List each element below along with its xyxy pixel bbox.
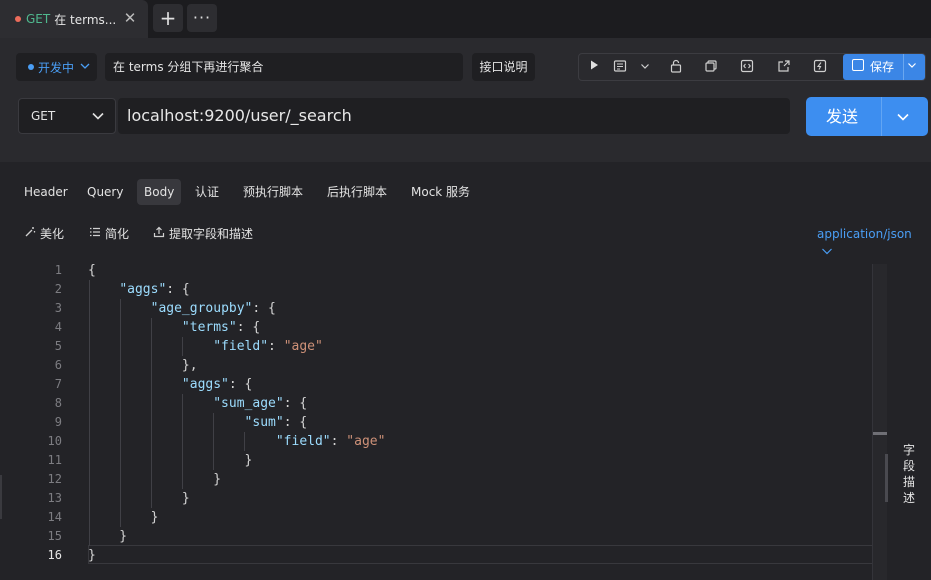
simplify-button[interactable]: 简化	[89, 225, 129, 243]
tab-auth[interactable]: 认证	[188, 179, 226, 205]
url-input[interactable]: localhost:9200/user/_search	[118, 98, 790, 134]
simplify-label: 简化	[105, 227, 130, 241]
code-editor[interactable]: 1 {2 "aggs": { 3 "age_groupby": { 4 "terms"…	[0, 261, 886, 580]
current-line-highlight	[88, 545, 885, 564]
tab-title: 在 terms...	[54, 12, 117, 27]
tab-mock[interactable]: Mock 服务	[404, 179, 477, 205]
api-name-input[interactable]: 在 terms 分组下再进行聚合	[105, 53, 463, 81]
code-line: "aggs": {	[181, 377, 253, 392]
content-type-select[interactable]: application/json	[817, 225, 931, 261]
method-value: GET	[31, 109, 56, 123]
extract-fields-button[interactable]: 提取字段和描述	[153, 225, 253, 243]
new-tab-button[interactable]: +	[153, 4, 183, 32]
request-header-panel: 开发中 在 terms 分组下再进行聚合 接口说明 保存 GET localho…	[0, 38, 931, 162]
env-status-dot	[28, 64, 34, 70]
code-line: }	[88, 510, 159, 525]
line-number: 10	[47, 434, 62, 448]
unsaved-dot	[15, 16, 21, 22]
more-icon[interactable]: ···	[187, 4, 217, 32]
chevron-down-icon	[91, 109, 105, 127]
scroll-thumb[interactable]	[873, 432, 887, 435]
code-line: "sum": {	[244, 415, 308, 430]
api-doc-button[interactable]: 接口说明	[472, 53, 535, 81]
tab-post-script[interactable]: 后执行脚本	[320, 179, 394, 205]
divider	[881, 97, 882, 136]
line-number: 13	[47, 491, 62, 505]
code-line: "age_groupby": {	[150, 301, 276, 316]
code-line: }	[88, 491, 190, 506]
code-line: }	[88, 472, 222, 487]
chevron-down-icon[interactable]	[907, 54, 917, 80]
panel-edge	[0, 475, 2, 519]
code-line: }	[88, 548, 96, 563]
send-button[interactable]: 发送	[806, 97, 928, 136]
env-label: 开发中	[38, 60, 75, 75]
line-number: 6	[54, 358, 62, 372]
side-panel-char: 字	[902, 443, 915, 457]
side-scroll-thumb[interactable]	[885, 454, 888, 502]
line-number: 4	[54, 320, 62, 334]
line-number: 15	[47, 529, 62, 543]
content-type-label: application/json	[817, 227, 912, 241]
code-line: "field": "age"	[275, 434, 386, 449]
view-doc-icon[interactable]	[612, 59, 628, 75]
code-line: "aggs": {	[119, 282, 190, 297]
send-label: 发送	[826, 107, 859, 126]
code-line: {	[88, 263, 96, 278]
upload-icon	[153, 225, 165, 243]
tab-method: GET	[26, 12, 51, 26]
tab-query[interactable]: Query	[80, 179, 130, 205]
side-panel-char: 描	[902, 475, 915, 489]
line-number: 1	[54, 263, 62, 277]
list-icon	[89, 225, 101, 243]
magic-wand-icon	[24, 225, 36, 243]
chevron-down-icon[interactable]	[637, 59, 653, 75]
line-number: 11	[47, 453, 62, 467]
copy-icon[interactable]	[703, 59, 719, 75]
line-number: 14	[47, 510, 62, 524]
tab-body[interactable]: Body	[137, 179, 182, 205]
chevron-down-icon	[80, 60, 90, 74]
line-number: 12	[47, 472, 62, 486]
code-line: }	[88, 453, 253, 468]
line-number: 16	[47, 548, 62, 562]
code-line: "sum_age": {	[213, 396, 308, 411]
lock-icon[interactable]	[668, 59, 684, 75]
code-line: },	[88, 358, 198, 373]
code-line: }	[88, 529, 128, 544]
side-panel-char: 段	[902, 459, 915, 473]
request-body-panel: Header Query Body 认证 预执行脚本 后执行脚本 Mock 服务…	[0, 165, 931, 580]
line-number: 7	[54, 377, 62, 391]
flash-icon[interactable]	[812, 59, 828, 75]
code-line: "terms": {	[181, 320, 261, 335]
line-number: 5	[54, 339, 62, 353]
tab-bar: GET 在 terms... ✕ + ···	[0, 0, 931, 38]
editor-scrollbar[interactable]	[872, 264, 888, 580]
line-number: 9	[54, 415, 62, 429]
line-number: 2	[54, 282, 62, 296]
request-tab[interactable]: GET 在 terms... ✕	[0, 0, 148, 38]
line-number: 8	[54, 396, 62, 410]
save-button[interactable]: 保存	[843, 54, 925, 80]
method-select[interactable]: GET	[18, 98, 116, 134]
side-panel-char: 述	[902, 491, 915, 505]
chevron-down-icon	[817, 245, 833, 259]
save-label: 保存	[870, 60, 895, 74]
beautify-label: 美化	[40, 227, 65, 241]
extract-label: 提取字段和描述	[169, 227, 254, 241]
tab-pre-script[interactable]: 预执行脚本	[236, 179, 310, 205]
beautify-button[interactable]: 美化	[24, 225, 64, 243]
code-icon[interactable]	[739, 59, 755, 75]
chevron-down-icon[interactable]	[896, 110, 910, 128]
run-icon[interactable]	[586, 59, 602, 75]
environment-select[interactable]: 开发中	[16, 53, 97, 81]
line-number: 3	[54, 301, 62, 315]
save-icon	[852, 59, 864, 71]
divider	[903, 54, 904, 80]
tab-header[interactable]: Header	[17, 179, 75, 205]
field-description-panel-toggle[interactable]: 字段描述	[901, 442, 917, 506]
close-icon[interactable]: ✕	[122, 10, 138, 26]
code-line: "field": "age"	[213, 339, 323, 354]
share-icon[interactable]	[776, 59, 792, 75]
